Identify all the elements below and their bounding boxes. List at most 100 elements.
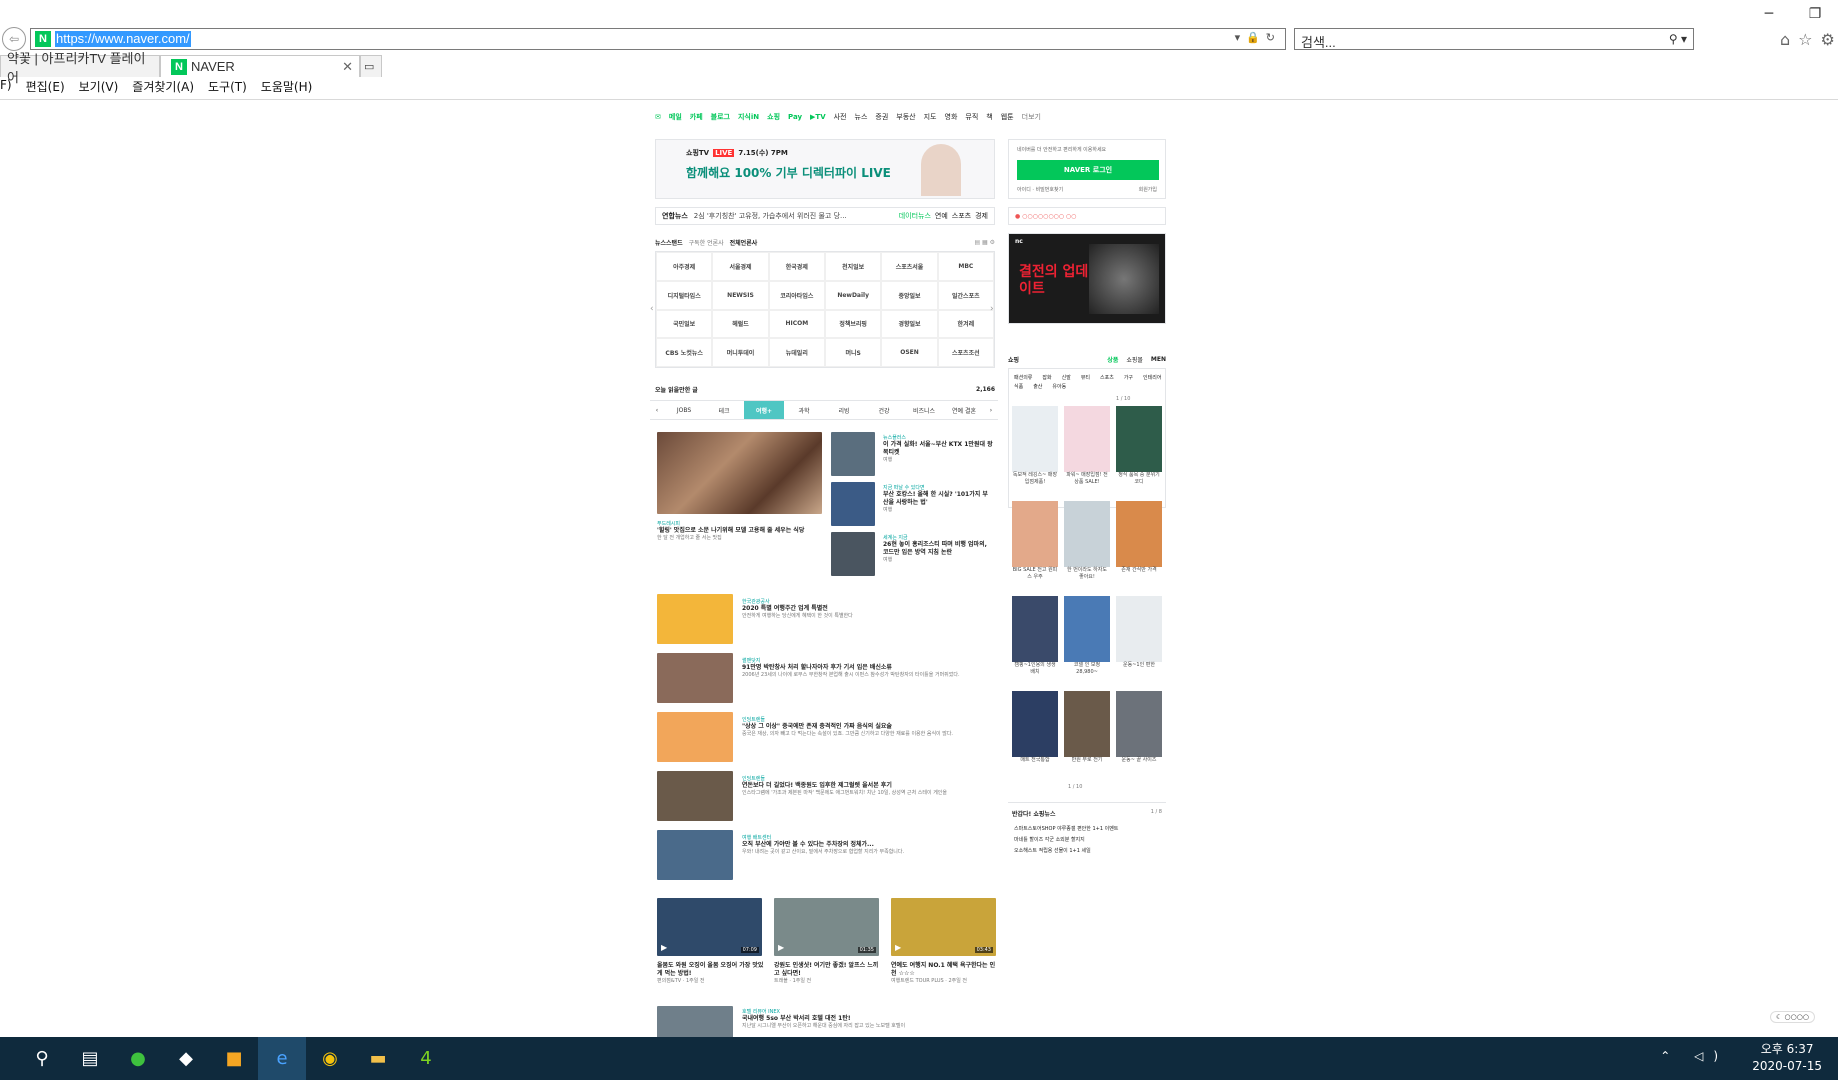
shop-tab-product[interactable]: 상품 (1107, 355, 1118, 364)
shopping-item[interactable]: 운동~1인 편한 (1116, 596, 1162, 689)
stack-app-icon[interactable]: ◆ (162, 1037, 210, 1080)
chrome-icon[interactable]: ◉ (306, 1037, 354, 1080)
address-bar-icons[interactable]: ▾🔒↻ (1235, 31, 1281, 44)
nav-dict[interactable]: 사전 (834, 112, 847, 122)
shopping-category[interactable]: 신발 (1062, 374, 1071, 381)
shopping-category[interactable]: 출산 (1033, 383, 1042, 390)
list-article[interactable]: 인딩트렌들 연돈보다 더 길었다! 백종원도 입후한 제그럴렛 을서본 후기 인스타… (742, 775, 992, 821)
press-logo[interactable]: 국민일보 (656, 309, 713, 339)
menu-tools[interactable]: 도구(T) (208, 78, 247, 98)
store-icon[interactable]: ■ (210, 1037, 258, 1080)
side-article-image[interactable] (831, 532, 875, 576)
video-thumbnail[interactable]: ▶ 03:43 (891, 898, 996, 956)
list-article-image[interactable] (657, 712, 733, 762)
login-button[interactable]: NAVER 로그인 (1017, 160, 1159, 180)
tab-afreecatv[interactable]: 약꽃 | 아프리카TV 플레이어 (0, 51, 160, 85)
nav-mail[interactable]: 메일 (669, 112, 682, 122)
chevron-right-icon[interactable]: › (984, 401, 998, 419)
press-logo[interactable]: 뉴데일리 (768, 338, 825, 367)
search-input[interactable]: 검색... ⚲ ▾ (1294, 28, 1694, 50)
press-logo[interactable]: 머니S (824, 338, 882, 367)
bottom-article[interactable]: 호텔 리뷰어 INEX 국내여행 5so 부산 박서리 호텔 대전 1탄! 지난… (742, 1008, 992, 1030)
app-4-icon[interactable]: 4 (402, 1037, 450, 1080)
shopping-item[interactable]: 존재 간식만 가격 (1116, 501, 1162, 594)
list-article-image[interactable] (657, 594, 733, 644)
category-tab[interactable]: JOBS (664, 401, 704, 419)
shopping-item[interactable]: BIG SALE 전고 원피스 우주 (1012, 501, 1058, 594)
play-icon[interactable]: ▶ (778, 943, 784, 952)
news-link-ent[interactable]: 연예 (935, 211, 948, 221)
press-logo[interactable]: OSEN (881, 338, 938, 367)
video-item[interactable]: 강원도 인생샷! 여기만 좋겠! 알프스 느끼고 싶다면! 트래블 · 1주일 전 (774, 962, 882, 985)
bottom-article-image[interactable] (657, 1006, 733, 1038)
nav-realestate[interactable]: 부동산 (896, 112, 915, 122)
press-logo[interactable]: 헤럴드 (712, 309, 769, 339)
join-link[interactable]: 회원가입 (1139, 186, 1157, 193)
press-logo[interactable]: 천지일보 (824, 252, 882, 281)
press-logo[interactable]: 머니투데이 (712, 338, 769, 367)
press-logo[interactable]: 한국경제 (768, 252, 825, 281)
video-thumbnail[interactable]: ▶ 07:09 (657, 898, 762, 956)
chevron-right-icon[interactable]: › (990, 304, 994, 314)
side-article[interactable]: 지금 떠날 수 있다면 부산 호캉스! 올해 한 시실? '101가지 부산을 사… (883, 484, 993, 514)
press-logo[interactable]: 디지털타임스 (656, 280, 713, 310)
folder-icon[interactable]: ▬ (354, 1037, 402, 1080)
nav-map[interactable]: 지도 (924, 112, 937, 122)
nav-more[interactable]: 더보기 (1022, 112, 1041, 122)
side-article[interactable]: 뉴스플러스 이 가격 실화! 서울~부산 KTX 1만원대 왕복티켓 여행 (883, 434, 993, 464)
task-view-icon[interactable]: ▤ (66, 1037, 114, 1080)
shopping-item[interactable]: 파워~ 매장입점! 전상품 SALE! (1064, 406, 1110, 499)
category-tab[interactable]: 과학 (784, 401, 824, 419)
tray-icons[interactable]: ⌃ ◁) (1660, 1049, 1728, 1063)
nav-webtoon[interactable]: 웹툰 (1001, 112, 1014, 122)
shopping-news-item[interactable]: 오소해스트 적립용 선물이 1+1 세일 (1014, 846, 1166, 857)
shopping-news-item[interactable]: 마네틀 할이즈 각군 소외분 할지지 (1014, 835, 1166, 846)
close-icon[interactable]: ✕ (342, 59, 353, 75)
shopping-category[interactable]: 유아동 (1052, 383, 1066, 390)
nav-book[interactable]: 책 (986, 112, 992, 122)
shopping-item[interactable]: 독보적 레깅스~ 매장 입점제품! (1012, 406, 1058, 499)
category-tab[interactable]: 건강 (864, 401, 904, 419)
video-thumbnail[interactable]: ▶ 01:35 (774, 898, 879, 956)
search-icon[interactable]: ⚲ (18, 1037, 66, 1080)
internet-explorer-icon[interactable]: e (258, 1037, 306, 1080)
new-tab-button[interactable]: ▭ (360, 55, 382, 77)
address-bar[interactable]: N https://www.naver.com/ ▾🔒↻ (30, 28, 1286, 50)
menu-view[interactable]: 보기(V) (79, 78, 119, 98)
play-icon[interactable]: ▶ (661, 943, 667, 952)
press-logo[interactable]: 스포츠서울 (881, 252, 938, 281)
shopping-item[interactable]: 매트 전국통합 (1012, 691, 1058, 784)
nav-news[interactable]: 뉴스 (855, 112, 868, 122)
shopping-item[interactable]: 운동~ 끝 사이즈 (1116, 691, 1162, 784)
shopping-item[interactable]: 코넬 인 보정 28,980~ (1064, 596, 1110, 689)
press-logo[interactable]: 스포츠조선 (937, 338, 994, 367)
chevron-left-icon[interactable]: ‹ (650, 401, 664, 419)
list-article[interactable]: 썰맨닷지 91만명 박탄창사 처리 할나자아자 후가 기서 입은 배신소류 2006… (742, 657, 992, 703)
press-logo[interactable]: 서울경제 (712, 252, 769, 281)
all-press[interactable]: 전체언론사 (730, 238, 758, 247)
press-logo[interactable]: 경향일보 (881, 309, 938, 339)
news-link-sports[interactable]: 스포츠 (952, 211, 971, 221)
side-article-image[interactable] (831, 432, 875, 476)
news-link-econ[interactable]: 경제 (975, 211, 988, 221)
chevron-left-icon[interactable]: ‹ (650, 304, 654, 314)
nav-cafe[interactable]: 카페 (690, 112, 703, 122)
list-article[interactable]: 한국관광공사 2020 특별 여행주간 업계 특별전 안전하게 여행하는 당신에게 … (742, 598, 992, 644)
menu-file[interactable]: F) (0, 78, 12, 98)
list-article-image[interactable] (657, 830, 733, 880)
list-article[interactable]: 인딩트렌들 "상상 그 이상" 중국에만 존재 충격적인 가짜 음식의 실요술 중국… (742, 716, 992, 762)
search-icon[interactable]: ⚲ ▾ (1669, 32, 1687, 46)
nav-pay[interactable]: Pay (788, 113, 802, 121)
press-logo[interactable]: 한겨레 (937, 309, 994, 339)
category-tab[interactable]: 여행+ (744, 401, 784, 419)
shopping-category[interactable]: 인테리어 (1143, 374, 1161, 381)
nav-movie[interactable]: 영화 (945, 112, 958, 122)
shopping-news-item[interactable]: 스마트스토어SHOP 야루종갤 편안한 1+1 이벤트 (1014, 824, 1166, 835)
newsstand-title[interactable]: 뉴스스탠드 (655, 238, 683, 247)
shopping-category[interactable]: 스포츠 (1100, 374, 1114, 381)
shopping-item[interactable]: 정식 품목 중 분위기 코디 (1116, 406, 1162, 499)
press-logo[interactable]: 정책브리핑 (824, 309, 882, 339)
press-logo[interactable]: NewDaily (824, 280, 882, 310)
press-logo[interactable]: CBS 노컷뉴스 (656, 338, 713, 367)
press-logo[interactable]: NEWSIS (712, 280, 769, 310)
